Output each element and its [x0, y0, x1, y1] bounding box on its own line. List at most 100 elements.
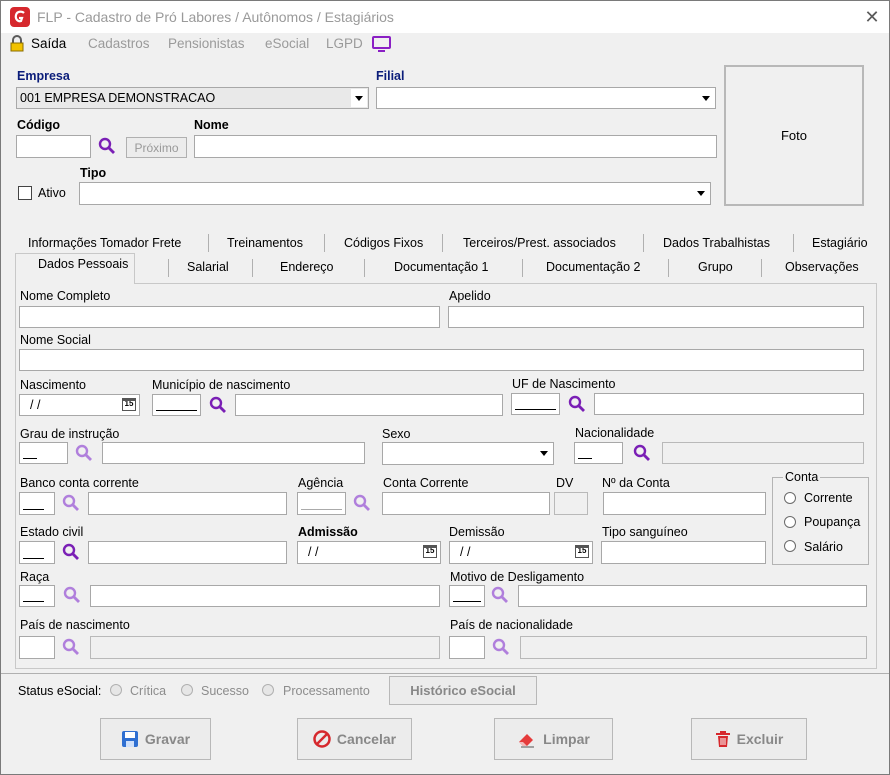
banco-code-input[interactable]	[19, 492, 55, 515]
search-icon[interactable]	[209, 396, 227, 414]
admissao-date-input[interactable]: / / 15	[297, 541, 441, 564]
tab-endereco[interactable]: Endereço	[280, 260, 334, 274]
chevron-down-icon[interactable]	[693, 184, 709, 203]
pais-nascimento-code-input[interactable]	[19, 636, 55, 659]
calendar-icon[interactable]: 15	[122, 398, 136, 411]
search-icon[interactable]	[62, 638, 80, 656]
municipio-name-input[interactable]	[235, 394, 503, 416]
conta-corrente-option: Corrente	[804, 491, 853, 505]
chevron-down-icon[interactable]	[698, 89, 714, 107]
search-icon[interactable]	[491, 586, 509, 604]
menu-esocial[interactable]: eSocial	[265, 36, 309, 51]
status-esocial-label: Status eSocial:	[18, 684, 102, 698]
municipio-code-input[interactable]	[152, 394, 201, 416]
app-window: FLP - Cadastro de Pró Labores / Autônomo…	[0, 0, 890, 775]
search-icon[interactable]	[98, 137, 116, 155]
search-icon[interactable]	[62, 543, 80, 561]
codigo-input[interactable]	[16, 135, 91, 158]
historico-esocial-button[interactable]: Histórico eSocial	[389, 676, 537, 705]
tab-separator	[208, 234, 209, 252]
menu-exit[interactable]: Saída	[31, 36, 66, 51]
estado-civil-label: Estado civil	[20, 525, 84, 539]
nome-completo-input[interactable]	[19, 306, 440, 328]
tab-dados-trabalhistas[interactable]: Dados Trabalhistas	[663, 236, 770, 250]
search-icon[interactable]	[353, 494, 371, 512]
agencia-input[interactable]	[297, 492, 346, 515]
nacionalidade-code-input[interactable]	[574, 442, 623, 464]
calendar-icon[interactable]: 15	[575, 545, 589, 558]
demissao-date-input[interactable]: / / 15	[449, 541, 593, 564]
monitor-icon[interactable]	[372, 36, 391, 52]
window-title: FLP - Cadastro de Pró Labores / Autônomo…	[37, 9, 394, 25]
tipo-select[interactable]	[79, 182, 711, 205]
tab-documentacao-2[interactable]: Documentação 2	[546, 260, 641, 274]
pais-nacionalidade-code-input[interactable]	[449, 636, 485, 659]
nome-social-input[interactable]	[19, 349, 864, 371]
close-window-button[interactable]: ✕	[859, 5, 885, 29]
nome-input[interactable]	[194, 135, 717, 158]
motivo-code-input[interactable]	[449, 585, 485, 607]
apelido-input[interactable]	[448, 306, 864, 328]
tipo-sanguineo-input[interactable]	[601, 541, 766, 564]
tab-informacoes-tomador-frete[interactable]: Informações Tomador Frete	[28, 236, 181, 250]
tipo-label: Tipo	[80, 166, 107, 180]
uf-name-input[interactable]	[594, 393, 864, 415]
gravar-button[interactable]: Gravar	[100, 718, 211, 760]
calendar-icon[interactable]: 15	[423, 545, 437, 558]
search-icon[interactable]	[633, 444, 651, 462]
search-icon[interactable]	[63, 586, 81, 604]
tab-observacoes[interactable]: Observações	[785, 260, 859, 274]
limpar-button[interactable]: Limpar	[494, 718, 613, 760]
numero-conta-input[interactable]	[603, 492, 766, 515]
raca-name-input[interactable]	[90, 585, 440, 607]
estado-civil-code-input[interactable]	[19, 541, 55, 564]
conta-corrente-input[interactable]	[382, 492, 550, 515]
chevron-down-icon[interactable]	[536, 444, 552, 463]
raca-code-input[interactable]	[19, 585, 55, 607]
search-icon[interactable]	[492, 638, 510, 656]
nascimento-date-input[interactable]: / / 15	[19, 394, 140, 416]
uf-code-input[interactable]	[511, 393, 560, 415]
app-logo-icon	[10, 7, 30, 27]
tab-grupo[interactable]: Grupo	[698, 260, 733, 274]
cancelar-button[interactable]: Cancelar	[297, 718, 412, 760]
tab-salarial[interactable]: Salarial	[187, 260, 229, 274]
motivo-name-input[interactable]	[518, 585, 867, 607]
status-critica-label: Crítica	[130, 684, 167, 698]
grau-name-input[interactable]	[102, 442, 365, 464]
tab-separator	[364, 259, 365, 277]
search-icon[interactable]	[62, 494, 80, 512]
tab-estagiario[interactable]: Estagiário	[812, 236, 868, 250]
sexo-select[interactable]	[382, 442, 554, 465]
sexo-label: Sexo	[382, 427, 411, 441]
empresa-value: 001 EMPRESA DEMONSTRACAO	[20, 91, 216, 105]
foto-frame[interactable]: Foto	[724, 65, 864, 206]
conta-salario-radio[interactable]	[784, 540, 796, 552]
banco-name-input[interactable]	[88, 492, 287, 515]
search-icon[interactable]	[75, 444, 93, 462]
ativo-checkbox[interactable]	[18, 186, 32, 200]
tab-codigos-fixos[interactable]: Códigos Fixos	[344, 236, 423, 250]
tab-treinamentos[interactable]: Treinamentos	[227, 236, 303, 250]
empresa-select[interactable]: 001 EMPRESA DEMONSTRACAO	[16, 87, 369, 109]
conta-salario-option: Salário	[804, 540, 843, 554]
chevron-down-icon[interactable]	[351, 89, 367, 107]
menu-pensionistas[interactable]: Pensionistas	[168, 36, 245, 51]
estado-civil-name-input[interactable]	[88, 541, 287, 564]
filial-select[interactable]	[376, 87, 716, 109]
grau-code-input[interactable]	[19, 442, 68, 464]
excluir-button[interactable]: Excluir	[691, 718, 807, 760]
menu-lgpd[interactable]: LGPD	[326, 36, 363, 51]
limpar-label: Limpar	[543, 731, 590, 747]
tab-documentacao-1[interactable]: Documentação 1	[394, 260, 489, 274]
pais-nascimento-name-input	[90, 636, 440, 659]
save-icon	[121, 731, 138, 747]
conta-poupanca-radio[interactable]	[784, 516, 796, 528]
tab-dados-pessoais[interactable]: Dados Pessoais	[38, 257, 128, 271]
menu-cadastros[interactable]: Cadastros	[88, 36, 150, 51]
proximo-button[interactable]: Próximo	[126, 137, 187, 158]
tab-terceiros[interactable]: Terceiros/Prest. associados	[463, 236, 616, 250]
search-icon[interactable]	[568, 395, 586, 413]
conta-corrente-radio[interactable]	[784, 492, 796, 504]
tab-separator	[522, 259, 523, 277]
